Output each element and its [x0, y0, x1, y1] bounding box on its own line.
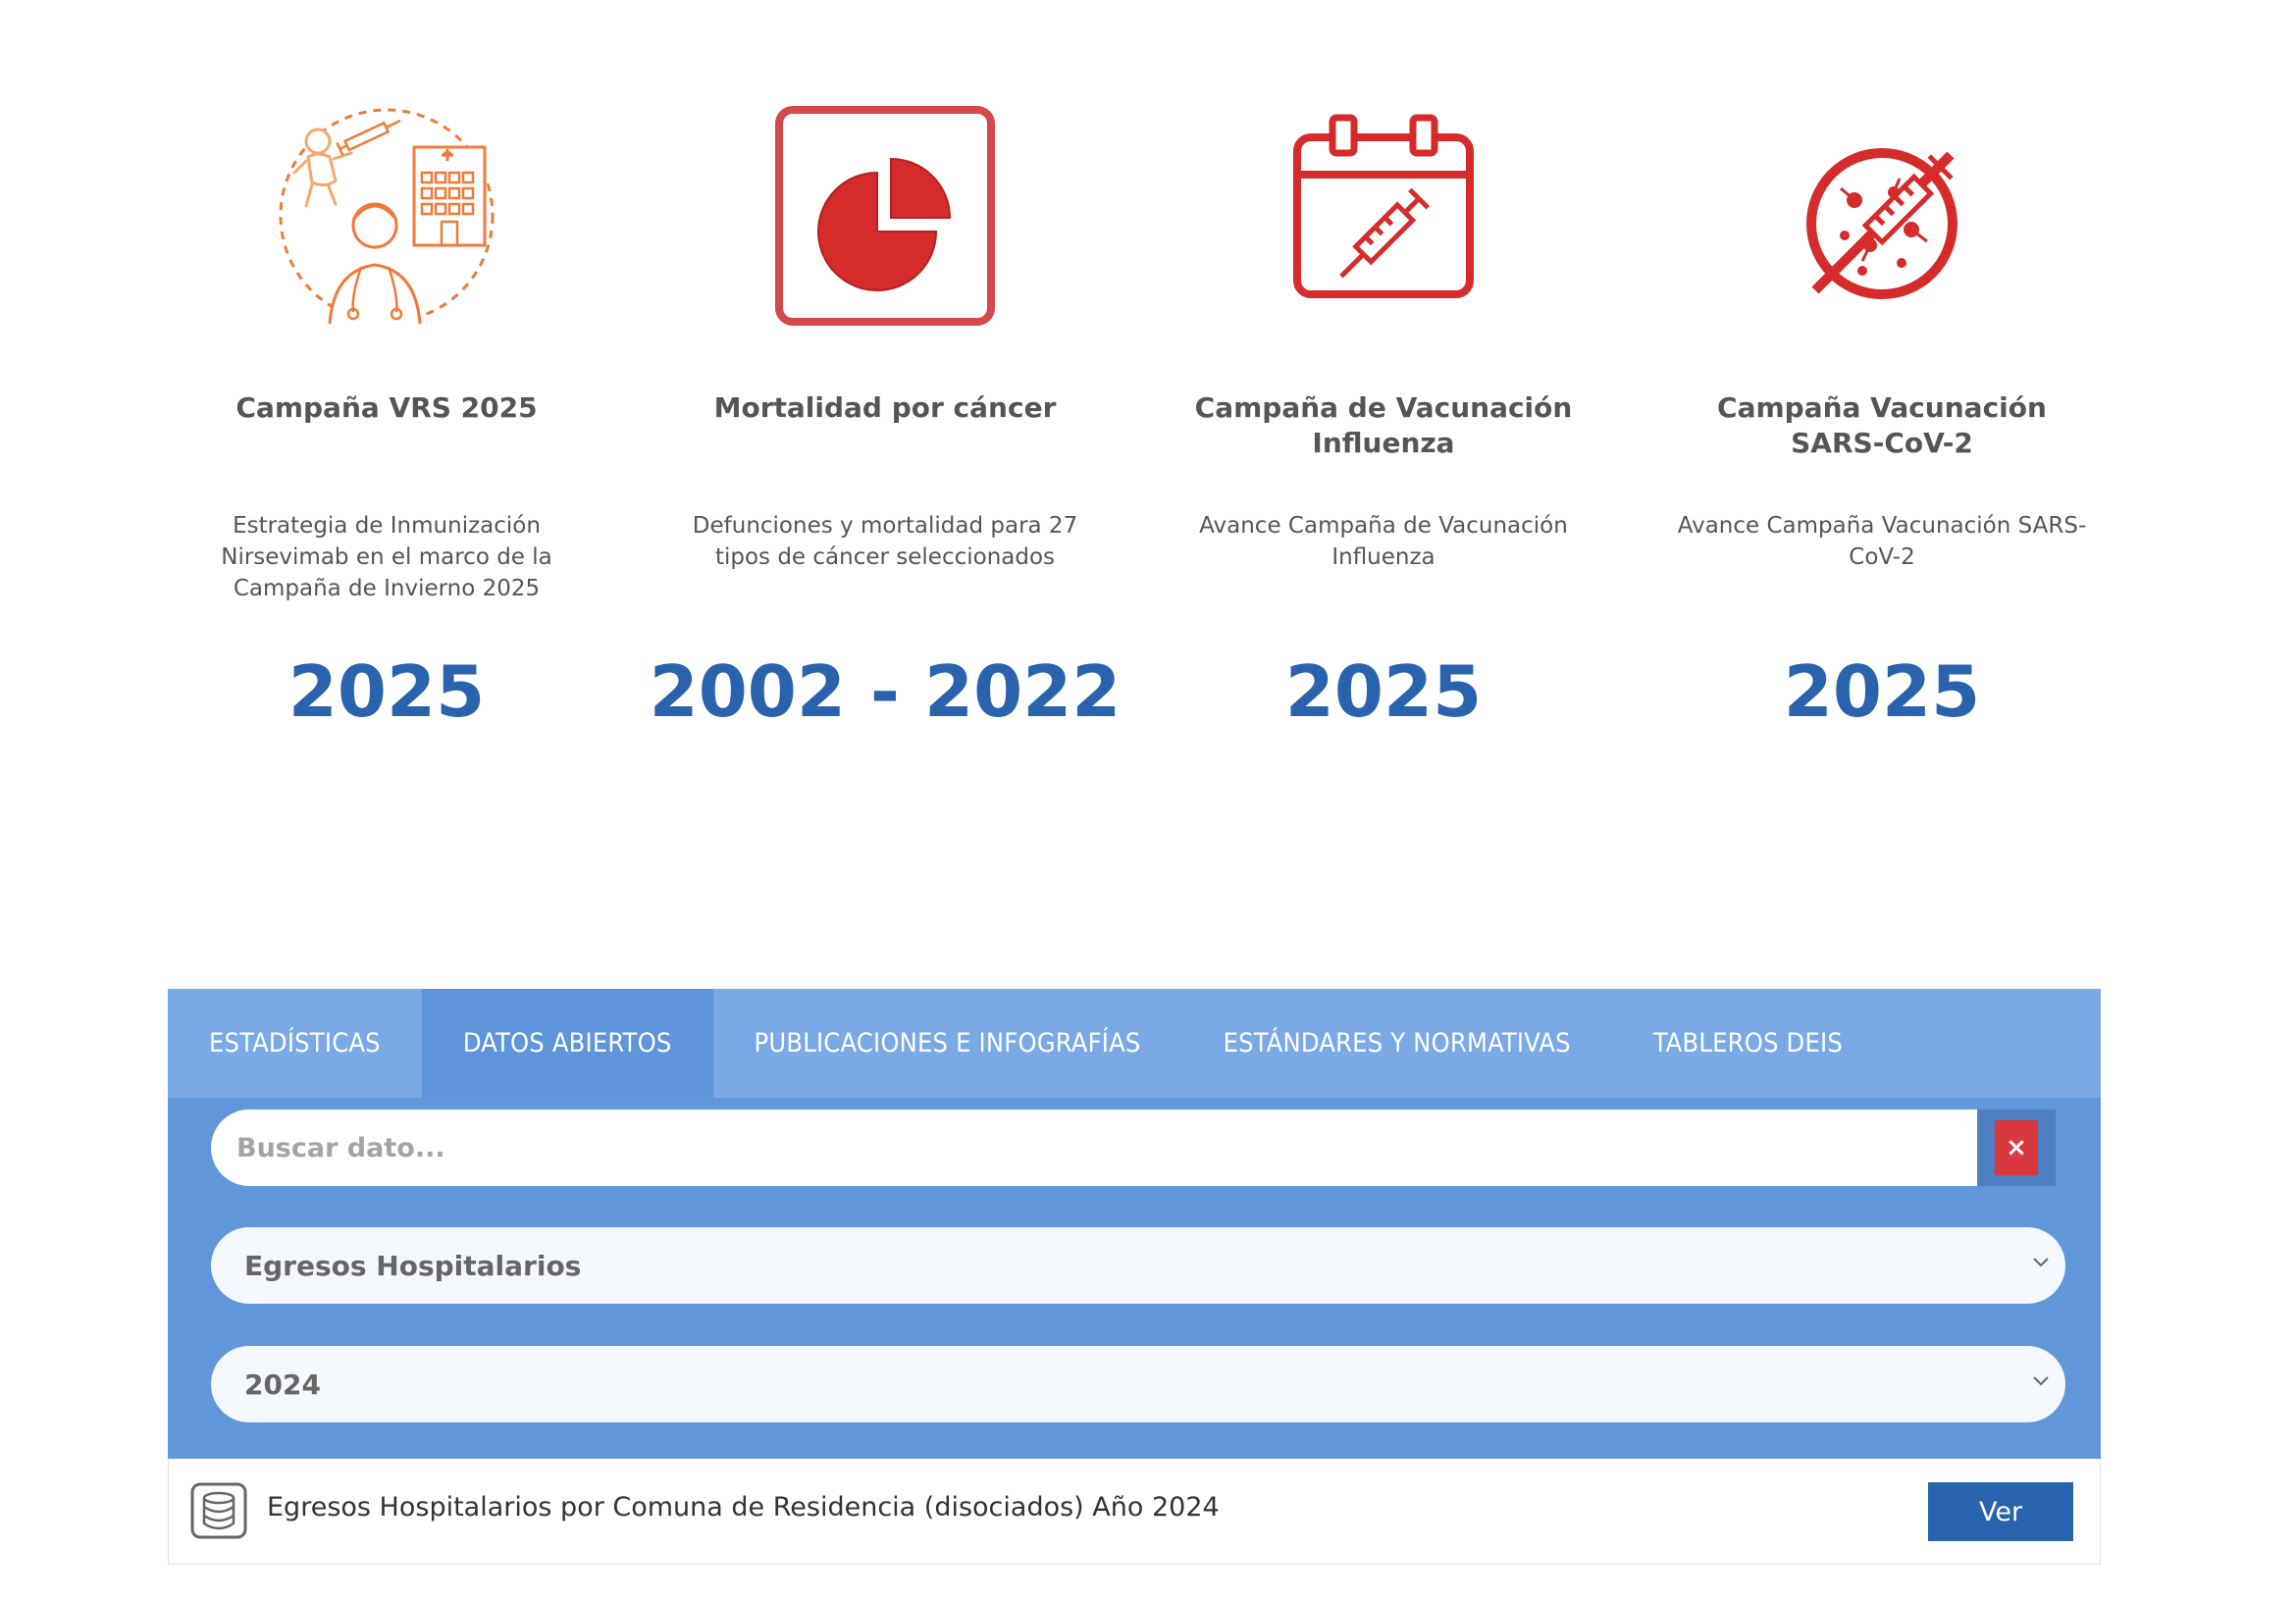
card-year: 2025: [1783, 650, 1981, 733]
search-input[interactable]: [211, 1109, 1977, 1186]
clear-search-button[interactable]: ×: [1995, 1120, 2038, 1175]
view-button[interactable]: Ver: [1928, 1482, 2073, 1541]
card-year: 2025: [1284, 650, 1483, 733]
tab-datos-abiertos[interactable]: DATOS ABIERTOS: [421, 989, 713, 1098]
card-year: 2025: [287, 650, 486, 733]
tab-tableros[interactable]: TABLEROS DEIS: [1612, 989, 1884, 1098]
result-title[interactable]: Egresos Hospitalarios por Comuna de Resi…: [267, 1492, 1220, 1522]
card-title: Campaña VRS 2025: [235, 391, 538, 424]
virus-syringe-icon: [1676, 98, 2088, 334]
card-description: Defunciones y mortalidad para 27 tipos d…: [692, 513, 1078, 570]
card-title: Mortalidad por cáncer: [713, 391, 1057, 424]
calendar-syringe-icon: [1177, 98, 1590, 334]
dataset-select-value: Egresos Hospitalarios: [244, 1249, 582, 1282]
card-description: Avance Campaña de Vacunación Influenza: [1199, 513, 1568, 570]
filters-area: × Egresos Hospitalarios 2024: [168, 1098, 2101, 1459]
card-description: Avance Campaña Vacunación SARS-CoV-2: [1677, 513, 2087, 570]
year-select[interactable]: 2024: [211, 1346, 2065, 1422]
card-year: 2002 - 2022: [649, 650, 1122, 733]
tab-bar: ESTADÍSTICAS DATOS ABIERTOS PUBLICACIONE…: [168, 989, 2101, 1098]
chevron-down-icon: [2033, 1258, 2049, 1267]
tab-estandares[interactable]: ESTÁNDARES Y NORMATIVAS: [1182, 989, 1612, 1098]
vaccination-campaign-icon: [181, 98, 593, 334]
search-box: ×: [211, 1109, 2056, 1186]
card-title: Campaña Vacunación SARS-CoV-2: [1717, 391, 2047, 459]
card-title: Campaña de Vacunación Influenza: [1194, 391, 1573, 459]
pie-chart-icon: [679, 98, 1091, 334]
result-row: Egresos Hospitalarios por Comuna de Resi…: [168, 1459, 2101, 1565]
data-panel: ESTADÍSTICAS DATOS ABIERTOS PUBLICACIONE…: [168, 989, 2101, 1565]
tab-estadisticas[interactable]: ESTADÍSTICAS: [168, 989, 422, 1098]
card-description: Estrategia de Inmunización Nirsevimab en…: [221, 513, 552, 601]
dataset-select[interactable]: Egresos Hospitalarios: [211, 1227, 2065, 1304]
database-icon: [190, 1482, 247, 1539]
chevron-down-icon: [2033, 1376, 2049, 1386]
campaign-cards: Campaña VRS 2025 Estrategia de Inmunizac…: [0, 0, 2296, 785]
year-select-value: 2024: [244, 1367, 321, 1401]
clear-wrap: ×: [1977, 1109, 2056, 1186]
tab-publicaciones[interactable]: PUBLICACIONES E INFOGRAFÍAS: [713, 989, 1182, 1098]
